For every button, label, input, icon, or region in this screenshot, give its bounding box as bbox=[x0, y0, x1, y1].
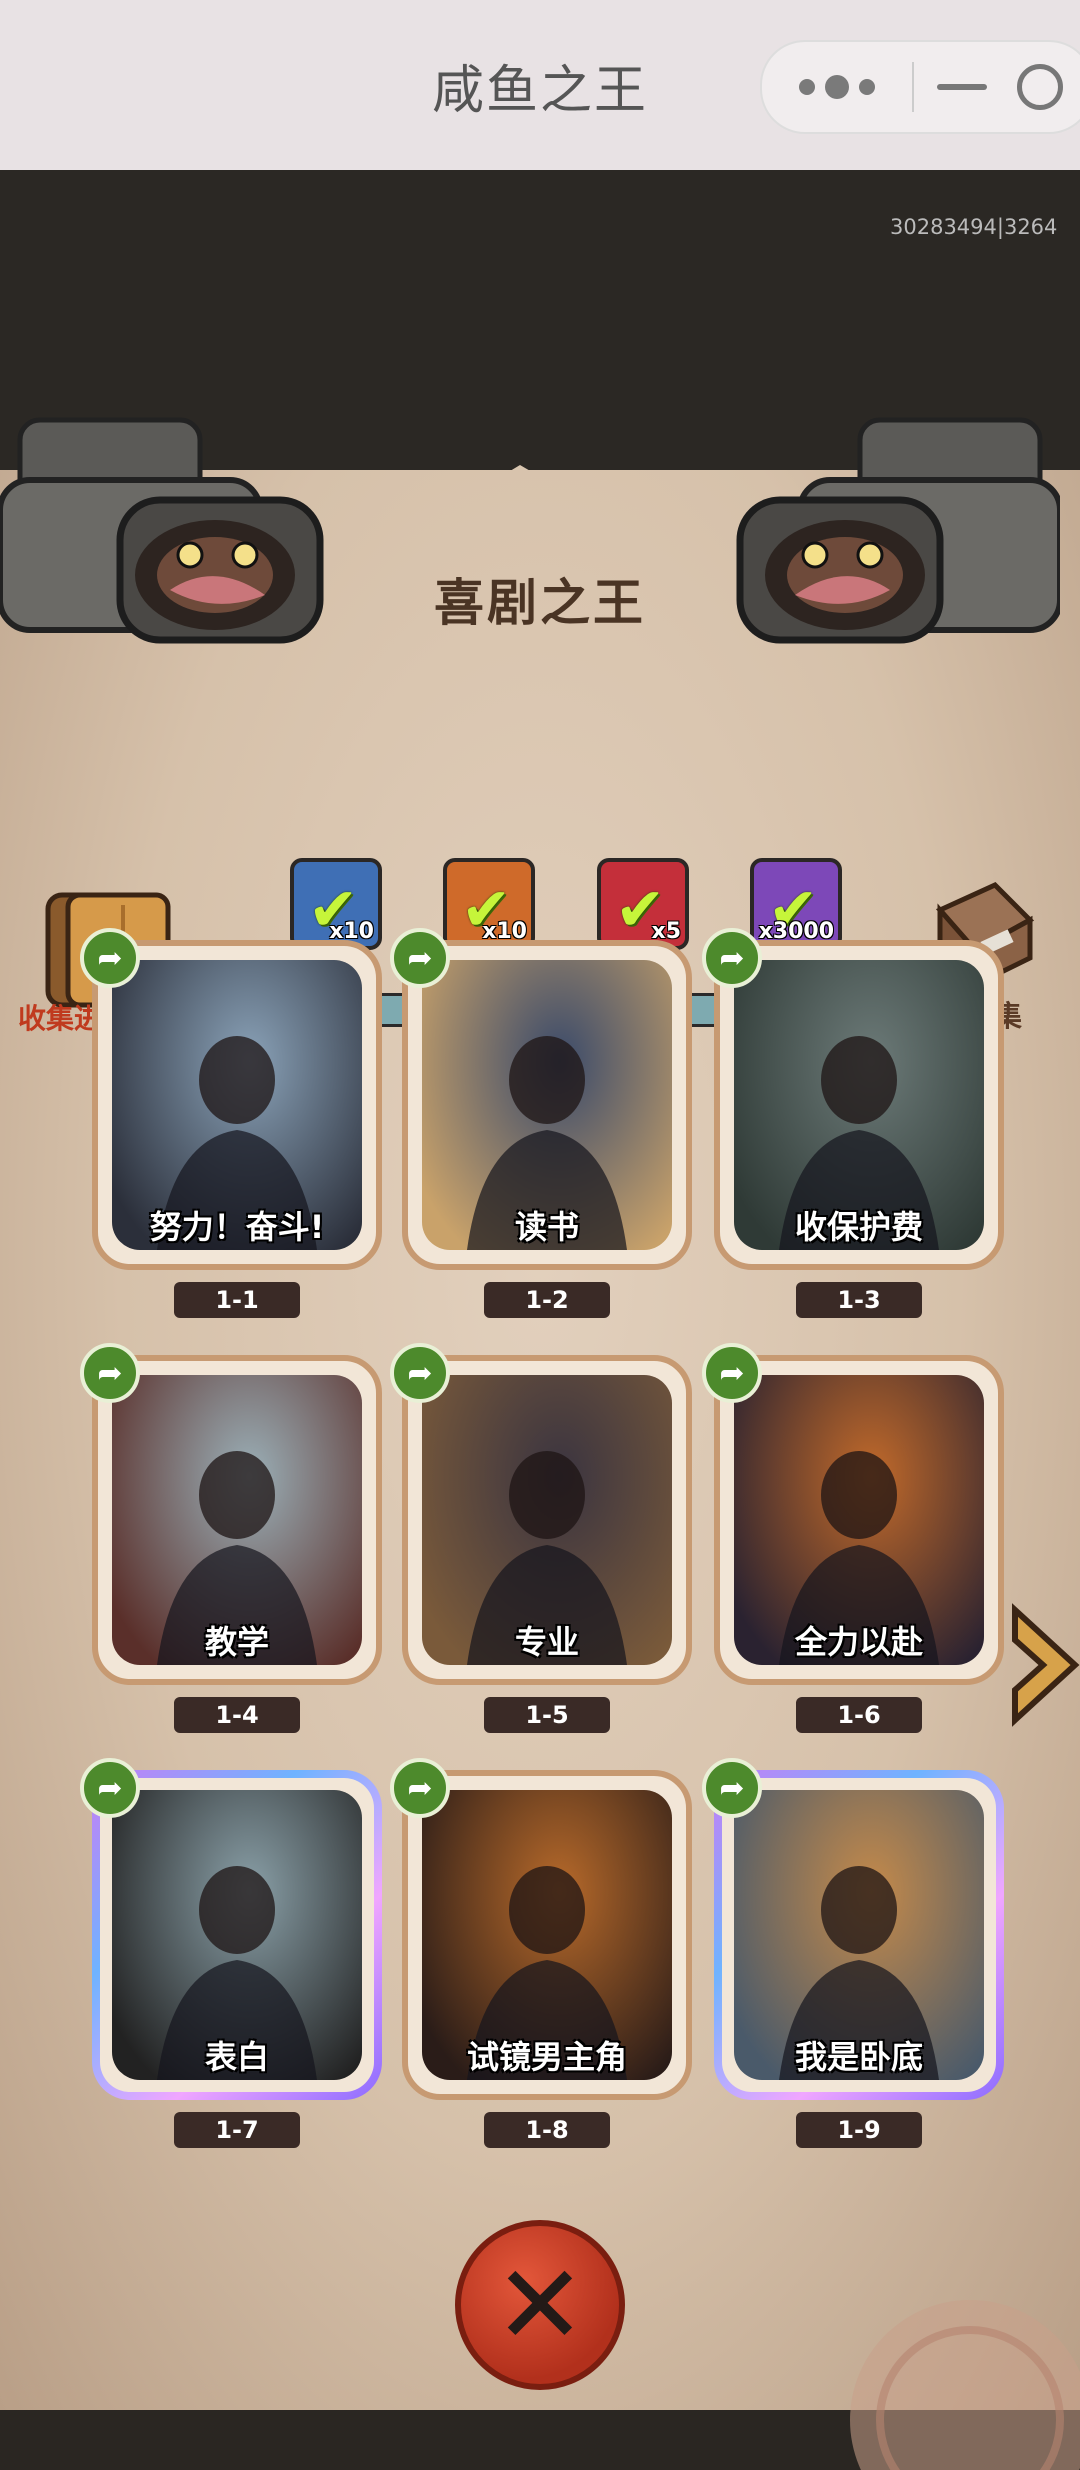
share-icon[interactable]: ➦ bbox=[702, 928, 762, 988]
story-card[interactable]: 收保护费 ➦ 1-3 bbox=[702, 928, 1004, 1318]
card-title: 表白 bbox=[204, 2038, 269, 2076]
minimize-icon[interactable] bbox=[937, 84, 987, 90]
card-level-tag: 1-2 bbox=[484, 1282, 610, 1318]
card-level-tag: 1-6 bbox=[796, 1697, 922, 1733]
card-level-tag: 1-9 bbox=[796, 2112, 922, 2148]
more-dots-icon[interactable] bbox=[782, 62, 892, 112]
story-card[interactable]: 教学 ➦ 1-4 bbox=[80, 1343, 382, 1733]
story-card[interactable]: 全力以赴 ➦ 1-6 bbox=[702, 1343, 1004, 1733]
card-title: 试镜男主角 bbox=[466, 2038, 627, 2076]
story-card[interactable]: 试镜男主角 ➦ 1-8 bbox=[390, 1758, 692, 2148]
capsule-menu bbox=[760, 40, 1080, 134]
card-title: 收保护费 bbox=[794, 1208, 923, 1246]
page-title: 喜剧之王 bbox=[434, 574, 646, 632]
share-icon[interactable]: ➦ bbox=[390, 1758, 450, 1818]
share-icon[interactable]: ➦ bbox=[80, 1758, 140, 1818]
next-page-arrow-icon[interactable] bbox=[1005, 1600, 1080, 1730]
card-title: 专业 bbox=[514, 1623, 579, 1661]
treasure-chest-icon[interactable]: ✔ x10 bbox=[290, 858, 382, 950]
mini-program-bar: 咸鱼之王 bbox=[0, 0, 1080, 170]
story-card[interactable]: 专业 ➦ 1-5 bbox=[390, 1343, 692, 1733]
card-level-tag: 1-3 bbox=[796, 1282, 922, 1318]
story-card[interactable]: 努力！奋斗! ➦ 1-1 bbox=[80, 928, 382, 1318]
game-area: 30283494|3264 喜剧之王 收集进度(9/9) ✔x10✔x10✔x5… bbox=[0, 170, 1080, 2470]
golden-key-icon[interactable]: ✔ x10 bbox=[443, 858, 535, 950]
share-icon[interactable]: ➦ bbox=[702, 1758, 762, 1818]
share-icon[interactable]: ➦ bbox=[80, 928, 140, 988]
purple-orb-icon[interactable]: ✔ x5 bbox=[597, 858, 689, 950]
close-x-icon: ✕ bbox=[493, 2241, 587, 2369]
film-camera-icon bbox=[0, 417, 324, 644]
card-title: 全力以赴 bbox=[794, 1623, 923, 1661]
story-card[interactable]: 我是卧底 ➦ 1-9 bbox=[702, 1758, 1004, 2148]
card-title: 读书 bbox=[514, 1208, 579, 1246]
card-level-tag: 1-5 bbox=[484, 1697, 610, 1733]
card-level-tag: 1-7 bbox=[174, 2112, 300, 2148]
card-level-tag: 1-1 bbox=[174, 1282, 300, 1318]
card-title: 努力！奋斗! bbox=[149, 1208, 325, 1246]
share-icon[interactable]: ➦ bbox=[390, 1343, 450, 1403]
user-id-label: 30283494|3264 bbox=[890, 215, 1058, 239]
share-icon[interactable]: ➦ bbox=[702, 1343, 762, 1403]
card-level-tag: 1-8 bbox=[484, 2112, 610, 2148]
close-button[interactable]: ✕ bbox=[455, 2220, 625, 2390]
story-card[interactable]: 表白 ➦ 1-7 bbox=[80, 1758, 382, 2148]
film-camera-icon bbox=[736, 417, 1060, 644]
target-close-icon[interactable] bbox=[1017, 64, 1063, 110]
crystal-icon[interactable]: ✔ x3000 bbox=[750, 858, 842, 950]
share-icon[interactable]: ➦ bbox=[80, 1343, 140, 1403]
share-icon[interactable]: ➦ bbox=[390, 928, 450, 988]
capsule-divider bbox=[912, 62, 914, 112]
card-title: 教学 bbox=[204, 1623, 269, 1661]
card-level-tag: 1-4 bbox=[174, 1697, 300, 1733]
story-card[interactable]: 读书 ➦ 1-2 bbox=[390, 928, 692, 1318]
card-title: 我是卧底 bbox=[794, 2038, 923, 2076]
wax-seal-stamp bbox=[850, 2300, 1080, 2470]
